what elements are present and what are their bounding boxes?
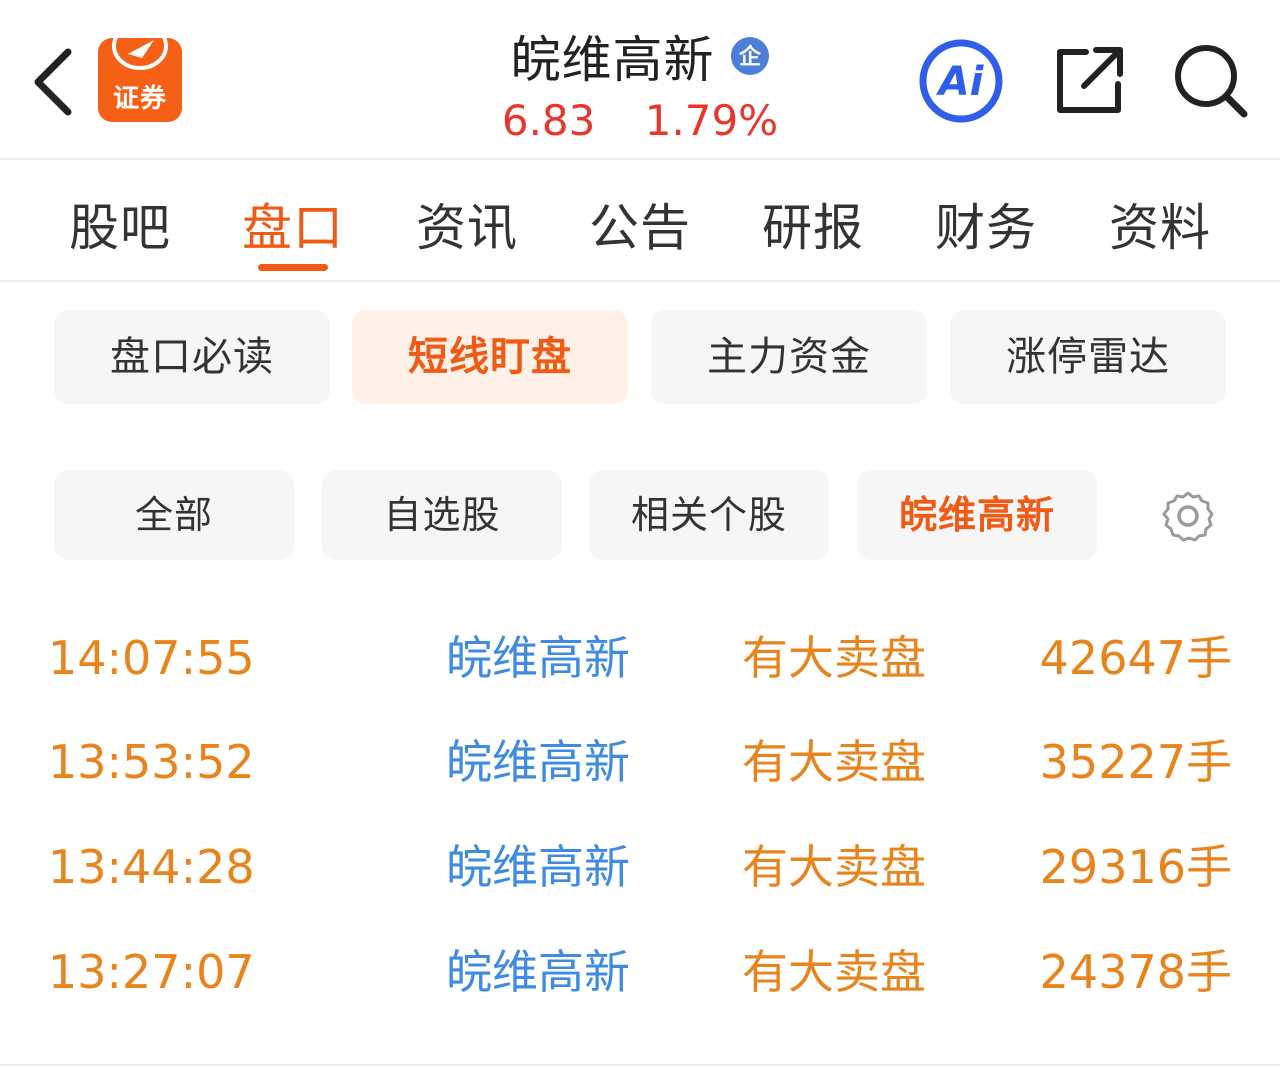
filter-related-stocks[interactable]: 相关个股	[589, 470, 829, 560]
tab-guba[interactable]: 股吧	[50, 188, 190, 258]
enterprise-badge-icon: 企	[730, 37, 769, 75]
tab-pankou[interactable]: 盘口	[223, 188, 363, 258]
alert-event: 有大卖盘	[742, 945, 926, 999]
tab-announcements[interactable]: 公告	[570, 188, 710, 258]
alert-stock-link[interactable]: 皖维高新	[446, 623, 630, 693]
search-button[interactable]	[1170, 40, 1250, 120]
active-tab-indicator	[258, 264, 328, 271]
share-button[interactable]	[1052, 42, 1128, 118]
subtab-limit-up-radar[interactable]: 涨停雷达	[950, 310, 1226, 404]
alert-row[interactable]: 14:07:55 皖维高新 有大卖盘 42647手	[0, 605, 1280, 709]
bottom-divider	[0, 1064, 1280, 1066]
search-icon	[1175, 45, 1248, 118]
ai-assistant-button[interactable]: Ai	[918, 38, 1004, 124]
alert-time: 13:53:52	[48, 735, 255, 789]
subtab-short-term-watch[interactable]: 短线盯盘	[352, 310, 628, 404]
alert-time: 14:07:55	[48, 631, 255, 685]
gear-icon	[1162, 491, 1214, 542]
alert-stock-link[interactable]: 皖维高新	[446, 832, 630, 902]
filter-all[interactable]: 全部	[54, 470, 294, 560]
filter-settings-button[interactable]	[1162, 490, 1214, 542]
tabs-divider	[0, 280, 1280, 282]
alert-row[interactable]: 13:44:28 皖维高新 有大卖盘 29316手	[0, 814, 1280, 918]
badge-text: 企	[738, 44, 762, 70]
alert-row[interactable]: 13:53:52 皖维高新 有大卖盘 35227手	[0, 709, 1280, 813]
alert-event: 有大卖盘	[742, 735, 926, 789]
stock-price: 6.83	[501, 96, 596, 145]
alert-volume: 35227手	[1039, 735, 1232, 789]
share-external-icon	[1057, 47, 1123, 113]
ai-label: Ai	[936, 59, 985, 105]
stock-name: 皖维高新	[510, 31, 715, 89]
main-tab-bar: 股吧 盘口 资讯 公告 研报 财务 资料	[0, 160, 1280, 280]
ai-assistant-icon: Ai	[919, 39, 1003, 123]
alert-stock-link[interactable]: 皖维高新	[446, 727, 630, 797]
alert-time: 13:44:28	[48, 840, 255, 894]
tab-research[interactable]: 研报	[743, 188, 883, 258]
alert-time: 13:27:07	[48, 945, 255, 999]
tab-news[interactable]: 资讯	[397, 188, 537, 258]
subtab-must-read[interactable]: 盘口必读	[54, 310, 330, 404]
tab-finance[interactable]: 财务	[916, 188, 1056, 258]
filter-watchlist[interactable]: 自选股	[322, 470, 562, 560]
filter-current-stock[interactable]: 皖维高新	[857, 470, 1097, 560]
alert-volume: 29316手	[1039, 840, 1232, 894]
alert-event: 有大卖盘	[742, 631, 926, 685]
top-header: 证券 皖维高新 企 6.83 1.79% Ai	[0, 0, 1280, 158]
subtab-main-funds[interactable]: 主力资金	[651, 310, 927, 404]
alert-volume: 42647手	[1039, 631, 1232, 685]
tab-profile[interactable]: 资料	[1090, 188, 1230, 258]
alert-row[interactable]: 13:27:07 皖维高新 有大卖盘 24378手	[0, 919, 1280, 1023]
stock-change-pct: 1.79%	[644, 96, 779, 145]
alert-stock-link[interactable]: 皖维高新	[446, 937, 630, 1007]
alert-event: 有大卖盘	[742, 840, 926, 894]
alert-volume: 24378手	[1039, 945, 1232, 999]
